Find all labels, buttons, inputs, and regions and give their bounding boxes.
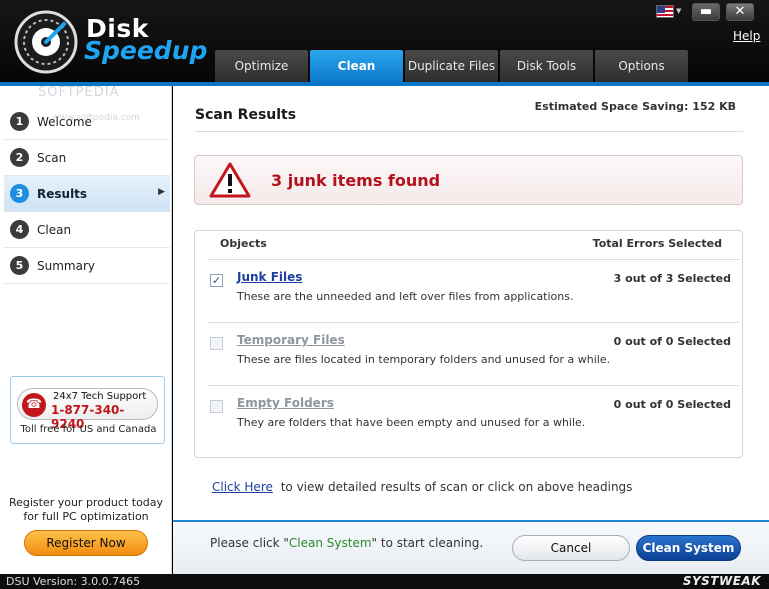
tech-support-box: ☎ 24x7 Tech Support 1-877-340-9240 Toll … [10,376,165,444]
step-label: Scan [37,150,67,165]
step-summary[interactable]: 5 Summary [4,248,170,284]
version-text: DSU Version: 3.0.0.7465 [6,575,141,588]
table-header: Objects Total Errors Selected [195,231,742,259]
row-description: These are the unneeded and left over fil… [237,290,574,303]
tab-optimize[interactable]: Optimize [215,50,308,84]
hint-prefix: Please click " [210,536,289,550]
junk-count-message: 3 junk items found [271,171,441,190]
temporary-files-link[interactable]: Temporary Files [237,333,345,347]
minimize-button[interactable]: ▬ [692,3,720,21]
chevron-down-icon[interactable]: ▼ [676,7,681,15]
row-description: These are files located in temporary fol… [237,353,611,366]
empty-folders-link[interactable]: Empty Folders [237,396,334,410]
support-pill[interactable]: ☎ 24x7 Tech Support 1-877-340-9240 [17,388,158,431]
register-now-button[interactable]: Register Now [24,530,148,556]
step-number: 4 [10,220,29,239]
column-total-errors: Total Errors Selected [592,237,722,250]
step-number: 5 [10,256,29,275]
row-count: 3 out of 3 Selected [613,272,731,285]
objects-table: Objects Total Errors Selected ✓ Junk Fil… [194,230,743,458]
phone-icon: ☎ [22,393,46,417]
tab-options[interactable]: Options [595,50,688,84]
column-objects: Objects [220,237,267,250]
alert-banner: 3 junk items found [194,155,743,205]
clean-hint: Please click "Clean System" to start cle… [210,536,483,550]
table-row: Empty Folders They are folders that have… [207,385,739,448]
space-saving: Estimated Space Saving: 152 KB [534,100,736,113]
junk-files-checkbox[interactable]: ✓ [210,274,223,287]
register-line1: Register your product today [8,496,164,509]
click-here-link[interactable]: Click Here [212,480,273,494]
table-row: Temporary Files These are files located … [207,322,739,385]
junk-files-link[interactable]: Junk Files [237,270,302,284]
tab-clean[interactable]: Clean [310,50,403,84]
empty-folders-checkbox[interactable] [210,400,223,413]
hint-suffix: " to start cleaning. [371,536,484,550]
title-bar: Disk Speedup ▼ ▬ ✕ Help Optimize Clean D… [0,0,769,84]
tab-disk-tools[interactable]: Disk Tools [500,50,593,84]
row-count: 0 out of 0 Selected [613,398,731,411]
row-description: They are folders that have been empty an… [237,416,586,429]
status-bar: DSU Version: 3.0.0.7465 SYSTWEAK [0,574,769,589]
page-title: Scan Results [195,107,297,123]
cancel-button[interactable]: Cancel [512,535,630,561]
brand-title: Disk Speedup [84,16,208,65]
step-label: Results [37,186,88,201]
support-label: 24x7 Tech Support [53,391,147,402]
step-label: Welcome [37,114,92,129]
register-line2: for full PC optimization [23,510,149,523]
vendor-logo: SYSTWEAK [682,574,761,588]
register-text: Register your product today for full PC … [4,496,168,524]
warning-icon [209,162,251,198]
disk-logo-icon [14,10,78,74]
brand-line2: Speedup [84,36,208,65]
tab-duplicate-files[interactable]: Duplicate Files [405,50,498,84]
support-note: Toll free for US and Canada [20,424,157,435]
step-label: Summary [37,258,95,273]
temporary-files-checkbox[interactable] [210,337,223,350]
step-label: Clean [37,222,72,237]
table-row: ✓ Junk Files These are the unneeded and … [207,259,739,322]
step-number: 2 [10,148,29,167]
wizard-sidebar: 1 Welcome 2 Scan 3 Results ▶ 4 Clean 5 S… [0,86,172,574]
chevron-right-icon: ▶ [158,187,165,197]
details-hint-text: to view detailed results of scan or clic… [280,480,633,494]
hint-action: Clean System [288,536,372,550]
help-link[interactable]: Help [733,29,760,43]
step-results[interactable]: 3 Results ▶ [4,176,170,212]
step-welcome[interactable]: 1 Welcome [4,104,170,140]
details-hint: Click Here to view detailed results of s… [212,480,632,494]
action-bar: Please click "Clean System" to start cle… [173,520,769,574]
step-number: 3 [10,184,29,203]
divider [195,131,743,132]
clean-system-button[interactable]: Clean System [636,535,741,561]
close-button[interactable]: ✕ [726,3,754,21]
main-tabs: Optimize Clean Duplicate Files Disk Tool… [215,50,690,84]
step-list: 1 Welcome 2 Scan 3 Results ▶ 4 Clean 5 S… [4,104,170,284]
row-count: 0 out of 0 Selected [613,335,731,348]
step-number: 1 [10,112,29,131]
step-clean[interactable]: 4 Clean [4,212,170,248]
language-flag-icon[interactable] [656,5,674,18]
results-panel: Scan Results Estimated Space Saving: 152… [173,86,769,520]
step-scan[interactable]: 2 Scan [4,140,170,176]
